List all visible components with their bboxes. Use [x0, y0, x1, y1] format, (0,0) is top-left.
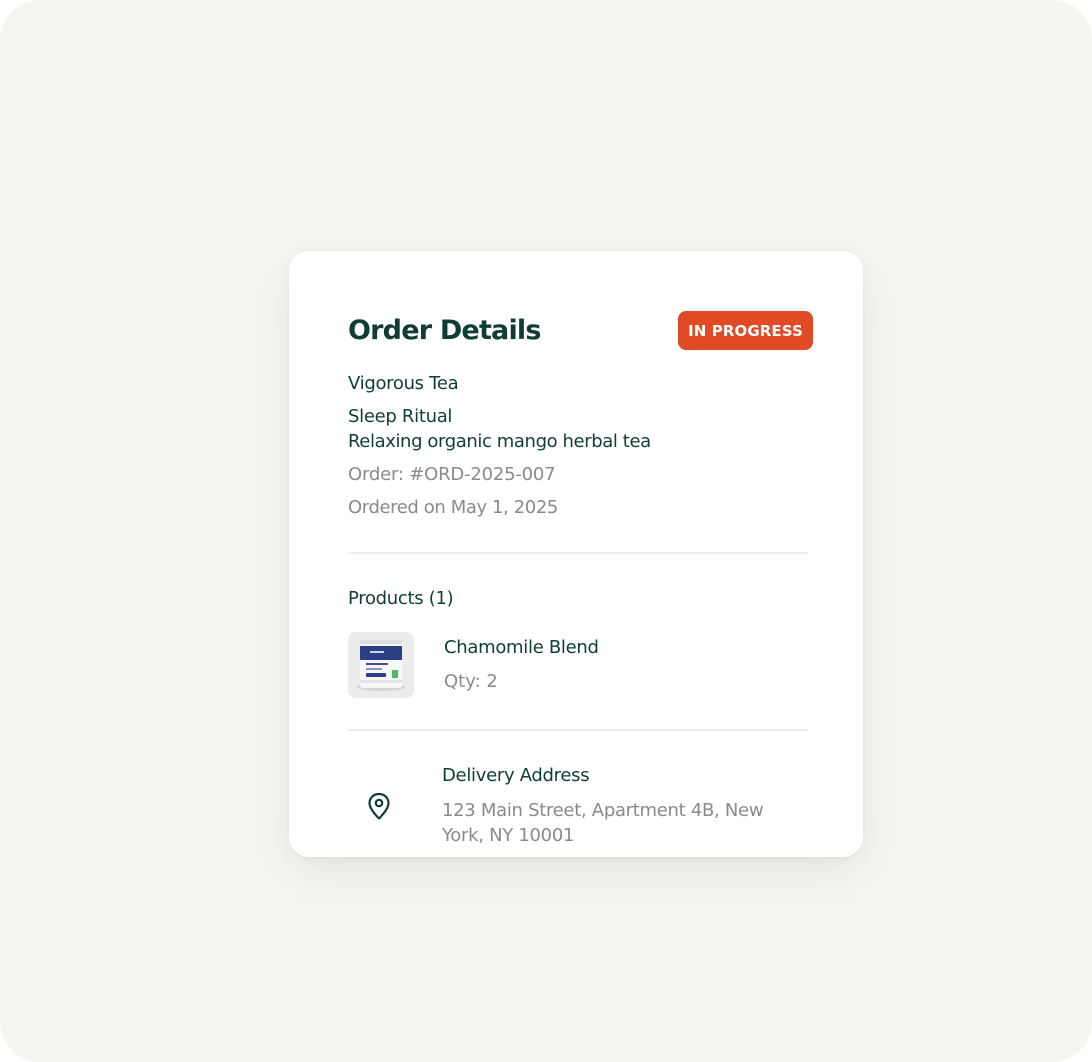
product-thumbnail[interactable] — [348, 632, 414, 698]
divider — [348, 729, 808, 731]
order-details-card: Order Details IN PROGRESS Vigorous Tea S… — [289, 251, 863, 857]
product-name: Sleep Ritual — [348, 406, 453, 427]
products-heading: Products (1) — [348, 588, 454, 609]
tea-tin-image — [348, 632, 414, 698]
product-description: Relaxing organic mango herbal tea — [348, 431, 651, 452]
delivery-address-heading: Delivery Address — [442, 765, 590, 786]
delivery-address-text: 123 Main Street, Apartment 4B, New York,… — [442, 800, 764, 846]
brand-name: Vigorous Tea — [348, 373, 459, 394]
order-date: Ordered on May 1, 2025 — [348, 497, 558, 518]
product-item-qty: Qty: 2 — [444, 671, 498, 692]
card-title: Order Details — [348, 315, 541, 346]
location-pin-icon — [368, 792, 390, 820]
page-background: Order Details IN PROGRESS Vigorous Tea S… — [0, 0, 1092, 1062]
status-badge: IN PROGRESS — [678, 311, 813, 350]
order-number: Order: #ORD-2025-007 — [348, 464, 556, 485]
product-item-name: Chamomile Blend — [444, 637, 599, 658]
divider — [348, 552, 808, 554]
